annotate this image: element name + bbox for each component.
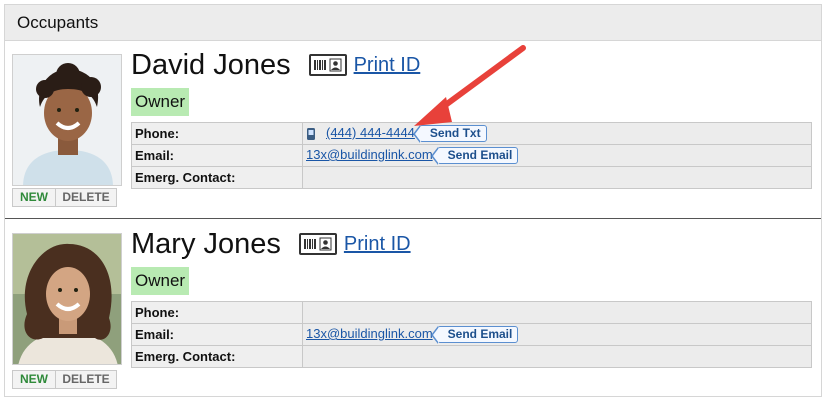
print-id-link[interactable]: Print ID <box>344 233 411 256</box>
send-email-button[interactable]: Send Email <box>430 326 519 345</box>
new-photo-button[interactable]: NEW <box>12 188 56 207</box>
send-email-button[interactable]: Send Email <box>430 147 519 166</box>
delete-photo-button[interactable]: DELETE <box>55 188 117 207</box>
email-link[interactable]: 13x@buildinglink.com <box>306 326 433 341</box>
phone-label: Phone: <box>131 122 303 145</box>
phone-label: Phone: <box>131 301 303 324</box>
email-label: Email: <box>131 144 303 167</box>
phone-link[interactable]: (444) 444-4444 <box>326 125 415 140</box>
occupants-panel: Occupants NEW DELETE David Jones Print I… <box>4 4 822 397</box>
emergency-contact-label: Emerg. Contact: <box>131 166 303 189</box>
print-id-link[interactable]: Print ID <box>354 54 421 77</box>
email-value-cell: 13x@buildinglink.com Send Email <box>302 323 812 346</box>
delete-photo-button[interactable]: DELETE <box>55 370 117 389</box>
name-row: David Jones Print ID <box>131 45 420 85</box>
role-badge: Owner <box>131 267 190 295</box>
occupant-photo <box>12 233 122 365</box>
panel-title: Occupants <box>5 5 821 41</box>
role-badge: Owner <box>131 88 190 116</box>
occupant-name: Mary Jones <box>131 227 281 260</box>
id-card-icon[interactable] <box>298 233 337 255</box>
email-link[interactable]: 13x@buildinglink.com <box>306 147 433 162</box>
mobile-phone-icon <box>307 127 315 140</box>
new-photo-button[interactable]: NEW <box>12 370 56 389</box>
email-value-cell: 13x@buildinglink.com Send Email <box>302 144 812 167</box>
phone-row: Phone: <box>131 301 812 324</box>
emergency-contact-label: Emerg. Contact: <box>131 345 303 368</box>
emergency-contact-row: Emerg. Contact: <box>131 166 812 189</box>
occupant-photo <box>12 54 122 186</box>
contact-table: Phone: Email: 13x@buildinglink.com Send E… <box>131 301 812 368</box>
phone-value <box>302 301 812 324</box>
occupant-card: NEW DELETE David Jones Print ID Owner Ph… <box>5 41 821 219</box>
photo-actions: NEW DELETE <box>12 188 122 207</box>
email-label: Email: <box>131 323 303 346</box>
phone-row: Phone: (444) 444-4444 Send Txt <box>131 122 812 145</box>
email-row: Email: 13x@buildinglink.com Send Email <box>131 144 812 167</box>
contact-table: Phone: (444) 444-4444 Send Txt Email: 13x… <box>131 122 812 189</box>
photo-actions: NEW DELETE <box>12 370 122 389</box>
emergency-contact-value <box>302 166 812 189</box>
emergency-contact-row: Emerg. Contact: <box>131 345 812 368</box>
send-txt-button[interactable]: Send Txt <box>412 125 487 144</box>
emergency-contact-value <box>302 345 812 368</box>
occupant-card: NEW DELETE Mary Jones Print ID Owner Pho… <box>5 220 821 398</box>
occupant-name: David Jones <box>131 48 291 81</box>
phone-value-cell: (444) 444-4444 Send Txt <box>302 122 812 145</box>
email-row: Email: 13x@buildinglink.com Send Email <box>131 323 812 346</box>
name-row: Mary Jones Print ID <box>131 224 411 264</box>
id-card-icon[interactable] <box>308 54 347 76</box>
